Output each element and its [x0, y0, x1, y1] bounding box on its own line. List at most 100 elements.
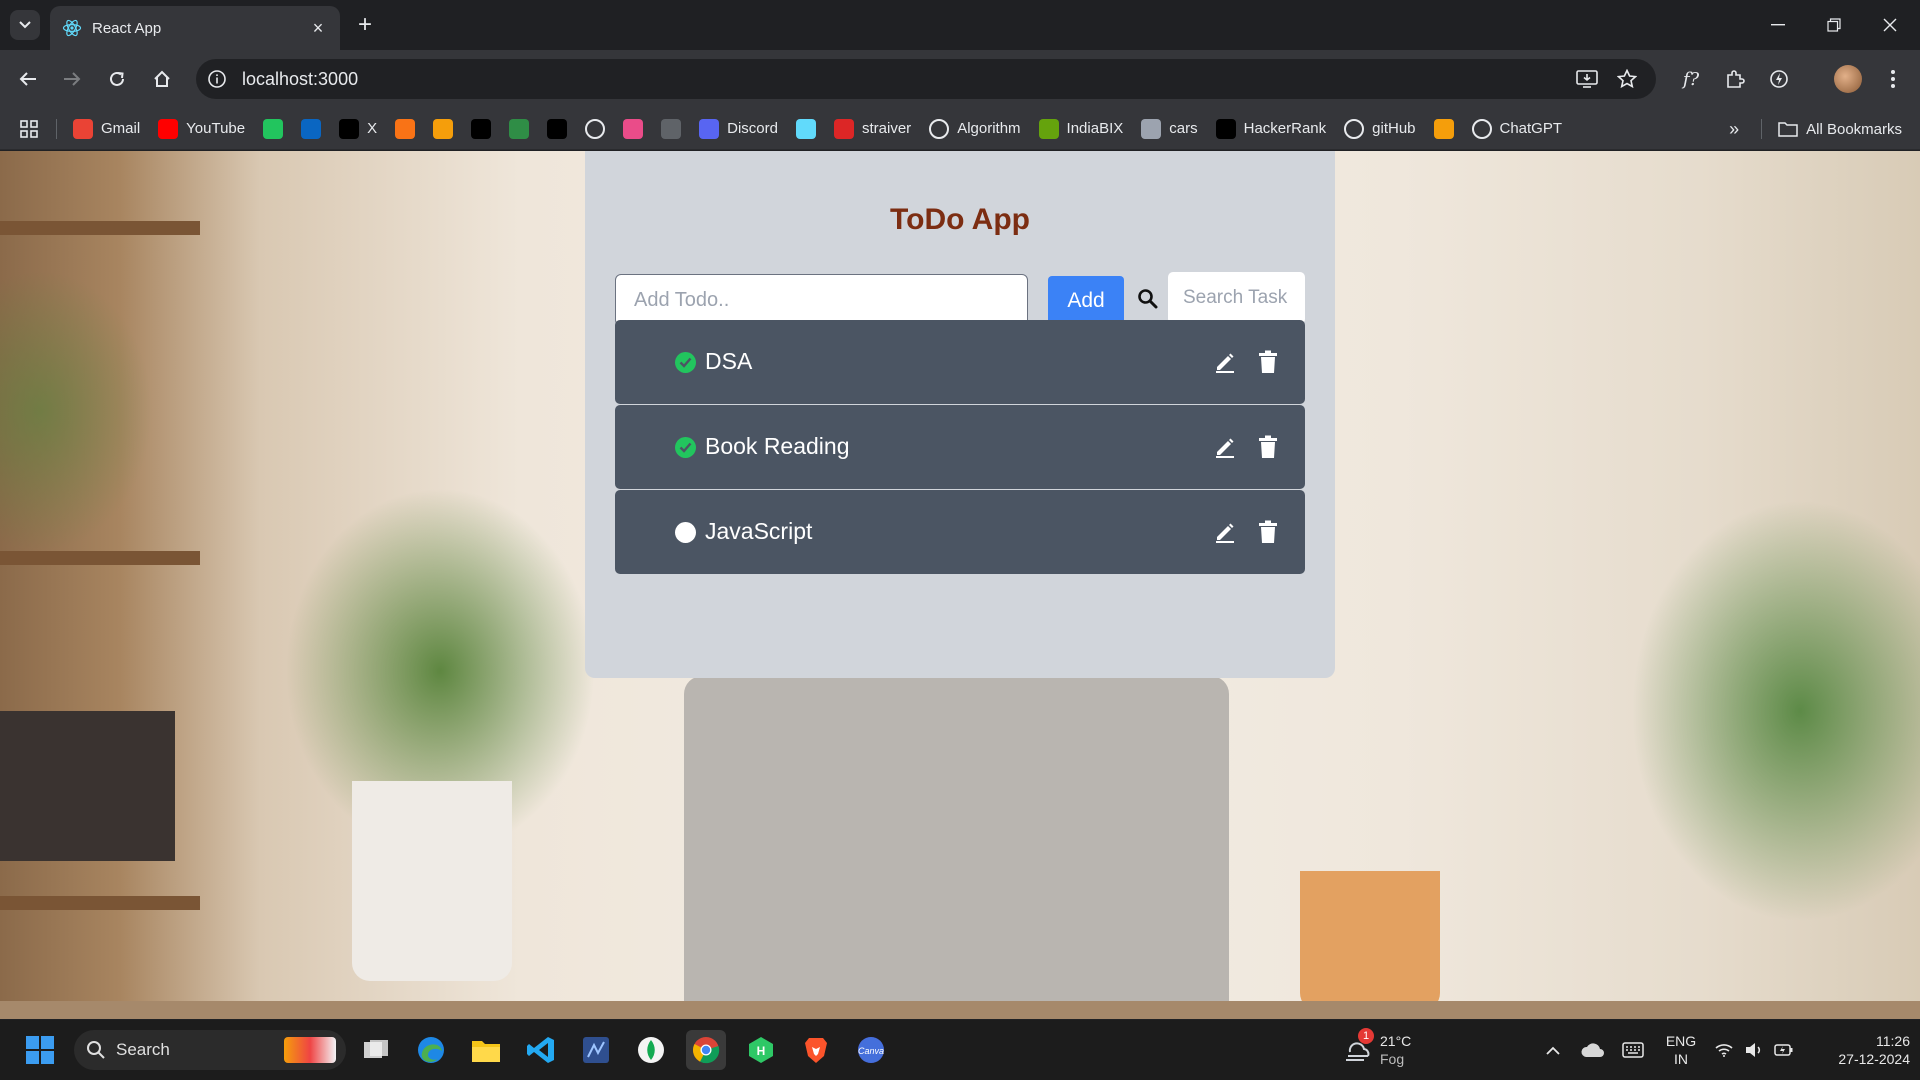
language-indicator[interactable]: ENG IN — [1658, 1032, 1704, 1068]
edge-app[interactable] — [411, 1030, 451, 1070]
brave-app[interactable] — [796, 1030, 836, 1070]
apps-grid-icon — [20, 119, 38, 138]
search-icon — [87, 1041, 105, 1059]
site-info-icon[interactable] — [206, 68, 228, 90]
url-text[interactable]: localhost:3000 — [242, 69, 358, 90]
reload-icon — [110, 71, 124, 86]
bookmark-item[interactable]: Algorithm — [929, 118, 1021, 139]
chrome-app[interactable] — [686, 1030, 726, 1070]
x-icon — [339, 118, 360, 139]
forward-button[interactable] — [56, 63, 88, 95]
bookmark-item[interactable]: gitHub — [1344, 118, 1416, 139]
keyboard-tray[interactable] — [1613, 1030, 1653, 1070]
search-icon — [1138, 289, 1158, 309]
bookmark-item[interactable] — [1433, 118, 1454, 139]
profile-avatar[interactable] — [1834, 65, 1862, 93]
bookmark-item[interactable]: straiver — [834, 118, 911, 139]
add-todo-input[interactable] — [615, 274, 1028, 326]
bookmark-item[interactable] — [796, 118, 816, 139]
svg-text:Canva: Canva — [858, 1046, 884, 1056]
trash-icon[interactable] — [1258, 350, 1278, 374]
edit-icon[interactable] — [1213, 520, 1237, 544]
edge-icon — [418, 1037, 444, 1063]
edit-icon[interactable] — [1213, 350, 1237, 374]
close-tab-icon[interactable]: × — [308, 18, 328, 38]
bookmark-item[interactable]: YouTube — [158, 118, 245, 139]
tab-search-button[interactable] — [10, 10, 40, 40]
add-button[interactable]: Add — [1048, 276, 1124, 325]
file-explorer-app[interactable] — [466, 1030, 506, 1070]
show-hidden-icons[interactable] — [1533, 1030, 1573, 1070]
bookmark-star-icon[interactable] — [1614, 66, 1640, 92]
volume-tray[interactable] — [1739, 1030, 1769, 1070]
search-task-input[interactable] — [1168, 272, 1305, 324]
bookmark-item[interactable] — [263, 118, 284, 139]
bookmark-item[interactable] — [433, 118, 454, 139]
check-circle-icon[interactable] — [675, 352, 696, 373]
wifi-icon — [1715, 1044, 1733, 1057]
trash-icon[interactable] — [1258, 520, 1278, 544]
browser-tab[interactable]: React App × — [50, 6, 340, 50]
close-window-button[interactable] — [1862, 0, 1918, 50]
menu-more-icon[interactable] — [1880, 66, 1906, 92]
address-bar[interactable]: localhost:3000 — [196, 59, 1656, 99]
bookmark-item[interactable]: ChatGPT — [1471, 118, 1562, 139]
onedrive-tray[interactable] — [1573, 1030, 1613, 1070]
bookmark-item[interactable]: Gmail — [73, 118, 141, 139]
weather-readout[interactable]: 21°C Fog — [1380, 1032, 1411, 1068]
bookmark-item[interactable] — [661, 118, 682, 139]
install-app-icon[interactable] — [1574, 66, 1600, 92]
restore-button[interactable] — [1806, 0, 1862, 50]
battery-tray[interactable] — [1769, 1030, 1799, 1070]
back-button[interactable] — [12, 63, 44, 95]
start-button[interactable] — [20, 1030, 60, 1070]
bookmark-item[interactable] — [509, 118, 530, 139]
background-laptop — [684, 676, 1229, 1019]
performance-icon[interactable] — [1766, 66, 1792, 92]
check-circle-icon[interactable] — [675, 437, 696, 458]
windows-taskbar: Search H Canva 1 21°C Fog ENG IN 11:26 2… — [0, 1020, 1920, 1080]
todo-item: Book Reading — [615, 405, 1305, 489]
bookmark-item[interactable] — [623, 118, 644, 139]
circle-icon[interactable] — [675, 522, 696, 543]
bookmark-label: Algorithm — [957, 120, 1021, 137]
apps-grid-button[interactable] — [20, 119, 38, 138]
all-bookmarks-link[interactable]: All Bookmarks — [1806, 121, 1902, 138]
mongodb-app[interactable] — [631, 1030, 671, 1070]
hackerrank-app[interactable]: H — [741, 1030, 781, 1070]
bookmark-item[interactable]: IndiaBIX — [1038, 118, 1123, 139]
arrow-right-icon — [64, 72, 81, 86]
vpn-app[interactable] — [576, 1030, 616, 1070]
todo-item: JavaScript — [615, 490, 1305, 574]
edit-icon[interactable] — [1213, 435, 1237, 459]
bookmark-label: Gmail — [101, 120, 141, 137]
more-bookmarks-icon[interactable]: » — [1729, 119, 1739, 140]
bookmark-item[interactable] — [585, 118, 606, 139]
bookmark-item[interactable] — [395, 118, 416, 139]
minimize-button[interactable] — [1750, 0, 1806, 50]
bookmark-item[interactable]: Discord — [699, 118, 778, 139]
trash-icon[interactable] — [1258, 435, 1278, 459]
bookmark-stack-icon — [1433, 118, 1454, 139]
taskbar-search[interactable]: Search — [74, 1030, 346, 1070]
extensions-icon[interactable] — [1722, 66, 1748, 92]
background-desk — [0, 1001, 1920, 1019]
bookmark-item[interactable] — [547, 118, 568, 139]
battery-charging-icon — [1774, 1044, 1793, 1056]
bookmark-item[interactable]: X — [339, 118, 378, 139]
home-button[interactable] — [146, 63, 178, 95]
canva-app[interactable]: Canva — [851, 1030, 891, 1070]
bookmark-item[interactable]: HackerRank — [1215, 118, 1326, 139]
tool-app-icon — [583, 1037, 609, 1063]
bookmark-item[interactable] — [471, 118, 492, 139]
clock[interactable]: 11:26 27-12-2024 — [1810, 1032, 1910, 1068]
task-view-button[interactable] — [356, 1030, 396, 1070]
reload-button[interactable] — [101, 63, 133, 95]
new-tab-button[interactable]: + — [352, 11, 378, 38]
formula-extension-icon[interactable]: f? — [1678, 66, 1704, 92]
vscode-app[interactable] — [521, 1030, 561, 1070]
wifi-tray[interactable] — [1709, 1030, 1739, 1070]
bookmark-item[interactable]: cars — [1141, 118, 1198, 139]
bookmark-label: X — [367, 120, 378, 137]
bookmark-item[interactable] — [301, 118, 322, 139]
